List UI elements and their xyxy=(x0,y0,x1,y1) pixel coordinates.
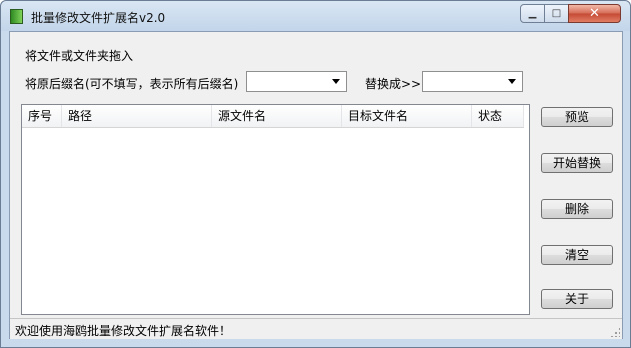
replace-with-label: 替换成>> xyxy=(365,77,422,91)
file-list[interactable]: 序号 路径 源文件名 目标文件名 状态 xyxy=(21,104,530,315)
start-replace-button[interactable]: 开始替换 xyxy=(541,153,613,173)
preview-button[interactable]: 预览 xyxy=(541,107,613,127)
column-header-index[interactable]: 序号 xyxy=(22,105,62,127)
original-extension-label: 将原后缀名(可不填写，表示所有后缀名) xyxy=(25,77,239,91)
drop-hint-label: 将文件或文件夹拖入 xyxy=(25,49,134,63)
chevron-down-icon[interactable] xyxy=(332,79,340,84)
column-header-target-name[interactable]: 目标文件名 xyxy=(342,105,472,127)
window-title: 批量修改文件扩展名v2.0 xyxy=(31,11,166,25)
client-area: 将文件或文件夹拖入 将原后缀名(可不填写，表示所有后缀名) 替换成>> 序号 路… xyxy=(9,31,623,339)
status-bar: 欢迎使用海鸥批量修改文件扩展名软件！ xyxy=(10,318,622,339)
delete-button[interactable]: 删除 xyxy=(541,199,613,219)
resize-grip-icon[interactable] xyxy=(610,327,620,337)
chevron-down-icon[interactable] xyxy=(508,79,516,84)
maximize-button[interactable]: □ xyxy=(544,4,569,23)
file-list-header: 序号 路径 源文件名 目标文件名 状态 xyxy=(22,105,524,128)
original-extension-combo[interactable] xyxy=(246,71,347,92)
app-icon xyxy=(10,9,23,24)
close-icon: ✕ xyxy=(589,5,600,21)
column-header-status[interactable]: 状态 xyxy=(472,105,524,127)
minimize-icon: ▁ xyxy=(528,7,537,19)
status-text: 欢迎使用海鸥批量修改文件扩展名软件！ xyxy=(15,324,232,338)
minimize-button[interactable]: ▁ xyxy=(520,4,545,23)
close-button[interactable]: ✕ xyxy=(568,4,621,23)
title-bar[interactable]: 批量修改文件扩展名v2.0 ▁ □ ✕ xyxy=(1,1,630,31)
app-window: 批量修改文件扩展名v2.0 ▁ □ ✕ 将文件或文件夹拖入 将原后缀名(可不填写… xyxy=(0,0,631,348)
maximize-icon: □ xyxy=(551,7,562,19)
target-extension-combo[interactable] xyxy=(422,71,523,92)
column-header-source-name[interactable]: 源文件名 xyxy=(212,105,342,127)
clear-button[interactable]: 清空 xyxy=(541,245,613,265)
column-header-path[interactable]: 路径 xyxy=(62,105,212,127)
about-button[interactable]: 关于 xyxy=(541,289,613,309)
caption-buttons: ▁ □ ✕ xyxy=(520,4,621,24)
